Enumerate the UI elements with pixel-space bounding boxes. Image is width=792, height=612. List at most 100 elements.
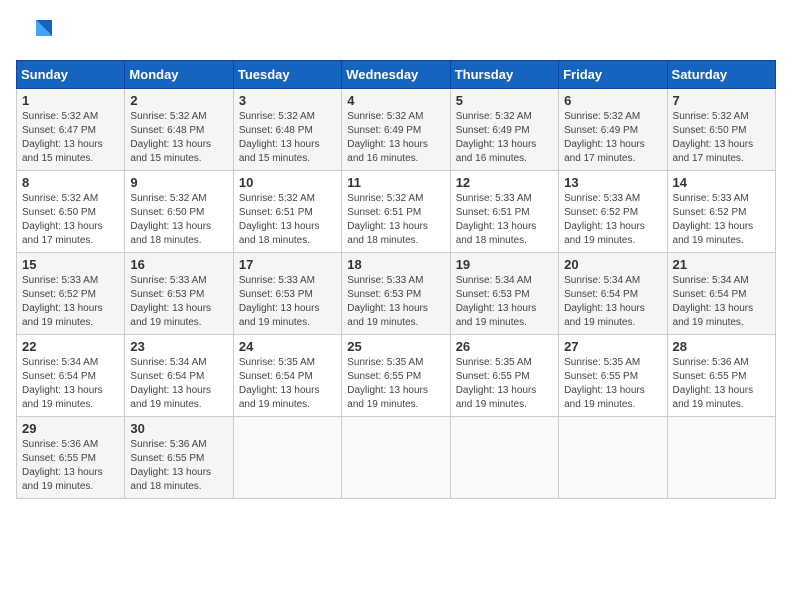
day-info: Sunrise: 5:36 AMSunset: 6:55 PMDaylight:… bbox=[673, 356, 770, 412]
day-number: 20 bbox=[564, 257, 661, 272]
day-number: 7 bbox=[673, 93, 770, 108]
day-number: 12 bbox=[456, 175, 553, 190]
calendar-cell: 3 Sunrise: 5:32 AMSunset: 6:48 PMDayligh… bbox=[233, 89, 341, 171]
calendar-cell: 6 Sunrise: 5:32 AMSunset: 6:49 PMDayligh… bbox=[559, 89, 667, 171]
calendar-cell: 17 Sunrise: 5:33 AMSunset: 6:53 PMDaylig… bbox=[233, 253, 341, 335]
calendar-cell: 28 Sunrise: 5:36 AMSunset: 6:55 PMDaylig… bbox=[667, 335, 775, 417]
day-info: Sunrise: 5:33 AMSunset: 6:52 PMDaylight:… bbox=[22, 274, 119, 330]
day-info: Sunrise: 5:32 AMSunset: 6:49 PMDaylight:… bbox=[564, 110, 661, 166]
day-number: 10 bbox=[239, 175, 336, 190]
day-number: 1 bbox=[22, 93, 119, 108]
day-number: 22 bbox=[22, 339, 119, 354]
day-number: 26 bbox=[456, 339, 553, 354]
calendar-cell: 5 Sunrise: 5:32 AMSunset: 6:49 PMDayligh… bbox=[450, 89, 558, 171]
day-number: 18 bbox=[347, 257, 444, 272]
calendar-cell: 14 Sunrise: 5:33 AMSunset: 6:52 PMDaylig… bbox=[667, 171, 775, 253]
calendar-cell: 20 Sunrise: 5:34 AMSunset: 6:54 PMDaylig… bbox=[559, 253, 667, 335]
calendar-week-row: 15 Sunrise: 5:33 AMSunset: 6:52 PMDaylig… bbox=[17, 253, 776, 335]
calendar-cell: 15 Sunrise: 5:33 AMSunset: 6:52 PMDaylig… bbox=[17, 253, 125, 335]
calendar-cell bbox=[342, 417, 450, 499]
day-info: Sunrise: 5:32 AMSunset: 6:49 PMDaylight:… bbox=[347, 110, 444, 166]
calendar-cell: 19 Sunrise: 5:34 AMSunset: 6:53 PMDaylig… bbox=[450, 253, 558, 335]
day-number: 6 bbox=[564, 93, 661, 108]
header-tuesday: Tuesday bbox=[233, 61, 341, 89]
header-monday: Monday bbox=[125, 61, 233, 89]
day-info: Sunrise: 5:34 AMSunset: 6:54 PMDaylight:… bbox=[564, 274, 661, 330]
calendar-cell: 7 Sunrise: 5:32 AMSunset: 6:50 PMDayligh… bbox=[667, 89, 775, 171]
day-number: 17 bbox=[239, 257, 336, 272]
day-info: Sunrise: 5:33 AMSunset: 6:53 PMDaylight:… bbox=[239, 274, 336, 330]
day-info: Sunrise: 5:36 AMSunset: 6:55 PMDaylight:… bbox=[130, 438, 227, 494]
day-number: 4 bbox=[347, 93, 444, 108]
calendar-week-row: 29 Sunrise: 5:36 AMSunset: 6:55 PMDaylig… bbox=[17, 417, 776, 499]
day-info: Sunrise: 5:33 AMSunset: 6:53 PMDaylight:… bbox=[130, 274, 227, 330]
calendar-cell: 12 Sunrise: 5:33 AMSunset: 6:51 PMDaylig… bbox=[450, 171, 558, 253]
calendar-cell bbox=[559, 417, 667, 499]
calendar-cell: 16 Sunrise: 5:33 AMSunset: 6:53 PMDaylig… bbox=[125, 253, 233, 335]
calendar-cell: 11 Sunrise: 5:32 AMSunset: 6:51 PMDaylig… bbox=[342, 171, 450, 253]
day-number: 21 bbox=[673, 257, 770, 272]
day-info: Sunrise: 5:32 AMSunset: 6:50 PMDaylight:… bbox=[130, 192, 227, 248]
calendar-cell: 23 Sunrise: 5:34 AMSunset: 6:54 PMDaylig… bbox=[125, 335, 233, 417]
day-info: Sunrise: 5:35 AMSunset: 6:55 PMDaylight:… bbox=[564, 356, 661, 412]
header-thursday: Thursday bbox=[450, 61, 558, 89]
day-info: Sunrise: 5:35 AMSunset: 6:54 PMDaylight:… bbox=[239, 356, 336, 412]
calendar-week-row: 1 Sunrise: 5:32 AMSunset: 6:47 PMDayligh… bbox=[17, 89, 776, 171]
day-info: Sunrise: 5:32 AMSunset: 6:49 PMDaylight:… bbox=[456, 110, 553, 166]
day-info: Sunrise: 5:33 AMSunset: 6:52 PMDaylight:… bbox=[564, 192, 661, 248]
day-info: Sunrise: 5:32 AMSunset: 6:47 PMDaylight:… bbox=[22, 110, 119, 166]
calendar-cell: 30 Sunrise: 5:36 AMSunset: 6:55 PMDaylig… bbox=[125, 417, 233, 499]
day-info: Sunrise: 5:33 AMSunset: 6:51 PMDaylight:… bbox=[456, 192, 553, 248]
calendar-cell: 27 Sunrise: 5:35 AMSunset: 6:55 PMDaylig… bbox=[559, 335, 667, 417]
calendar-cell bbox=[667, 417, 775, 499]
logo bbox=[16, 16, 56, 52]
day-info: Sunrise: 5:34 AMSunset: 6:53 PMDaylight:… bbox=[456, 274, 553, 330]
day-info: Sunrise: 5:32 AMSunset: 6:48 PMDaylight:… bbox=[130, 110, 227, 166]
logo-icon bbox=[16, 16, 52, 52]
page-header bbox=[16, 16, 776, 52]
calendar-cell: 29 Sunrise: 5:36 AMSunset: 6:55 PMDaylig… bbox=[17, 417, 125, 499]
day-number: 24 bbox=[239, 339, 336, 354]
calendar-week-row: 22 Sunrise: 5:34 AMSunset: 6:54 PMDaylig… bbox=[17, 335, 776, 417]
calendar-cell bbox=[233, 417, 341, 499]
header-friday: Friday bbox=[559, 61, 667, 89]
day-number: 16 bbox=[130, 257, 227, 272]
day-number: 3 bbox=[239, 93, 336, 108]
day-info: Sunrise: 5:34 AMSunset: 6:54 PMDaylight:… bbox=[130, 356, 227, 412]
calendar-week-row: 8 Sunrise: 5:32 AMSunset: 6:50 PMDayligh… bbox=[17, 171, 776, 253]
calendar-cell: 26 Sunrise: 5:35 AMSunset: 6:55 PMDaylig… bbox=[450, 335, 558, 417]
calendar-cell: 21 Sunrise: 5:34 AMSunset: 6:54 PMDaylig… bbox=[667, 253, 775, 335]
day-number: 19 bbox=[456, 257, 553, 272]
day-number: 27 bbox=[564, 339, 661, 354]
calendar-cell: 24 Sunrise: 5:35 AMSunset: 6:54 PMDaylig… bbox=[233, 335, 341, 417]
day-info: Sunrise: 5:32 AMSunset: 6:51 PMDaylight:… bbox=[347, 192, 444, 248]
day-info: Sunrise: 5:33 AMSunset: 6:52 PMDaylight:… bbox=[673, 192, 770, 248]
day-info: Sunrise: 5:32 AMSunset: 6:51 PMDaylight:… bbox=[239, 192, 336, 248]
day-number: 13 bbox=[564, 175, 661, 190]
calendar-cell: 25 Sunrise: 5:35 AMSunset: 6:55 PMDaylig… bbox=[342, 335, 450, 417]
calendar-cell: 2 Sunrise: 5:32 AMSunset: 6:48 PMDayligh… bbox=[125, 89, 233, 171]
day-number: 14 bbox=[673, 175, 770, 190]
day-info: Sunrise: 5:33 AMSunset: 6:53 PMDaylight:… bbox=[347, 274, 444, 330]
day-info: Sunrise: 5:34 AMSunset: 6:54 PMDaylight:… bbox=[22, 356, 119, 412]
header-wednesday: Wednesday bbox=[342, 61, 450, 89]
day-number: 15 bbox=[22, 257, 119, 272]
day-info: Sunrise: 5:35 AMSunset: 6:55 PMDaylight:… bbox=[347, 356, 444, 412]
day-number: 2 bbox=[130, 93, 227, 108]
day-number: 30 bbox=[130, 421, 227, 436]
day-number: 9 bbox=[130, 175, 227, 190]
calendar-cell bbox=[450, 417, 558, 499]
day-number: 23 bbox=[130, 339, 227, 354]
day-number: 11 bbox=[347, 175, 444, 190]
calendar-cell: 8 Sunrise: 5:32 AMSunset: 6:50 PMDayligh… bbox=[17, 171, 125, 253]
header-saturday: Saturday bbox=[667, 61, 775, 89]
day-number: 8 bbox=[22, 175, 119, 190]
day-number: 29 bbox=[22, 421, 119, 436]
day-info: Sunrise: 5:32 AMSunset: 6:50 PMDaylight:… bbox=[673, 110, 770, 166]
calendar-header-row: SundayMondayTuesdayWednesdayThursdayFrid… bbox=[17, 61, 776, 89]
day-info: Sunrise: 5:32 AMSunset: 6:50 PMDaylight:… bbox=[22, 192, 119, 248]
day-number: 25 bbox=[347, 339, 444, 354]
day-info: Sunrise: 5:36 AMSunset: 6:55 PMDaylight:… bbox=[22, 438, 119, 494]
day-number: 28 bbox=[673, 339, 770, 354]
calendar-cell: 1 Sunrise: 5:32 AMSunset: 6:47 PMDayligh… bbox=[17, 89, 125, 171]
